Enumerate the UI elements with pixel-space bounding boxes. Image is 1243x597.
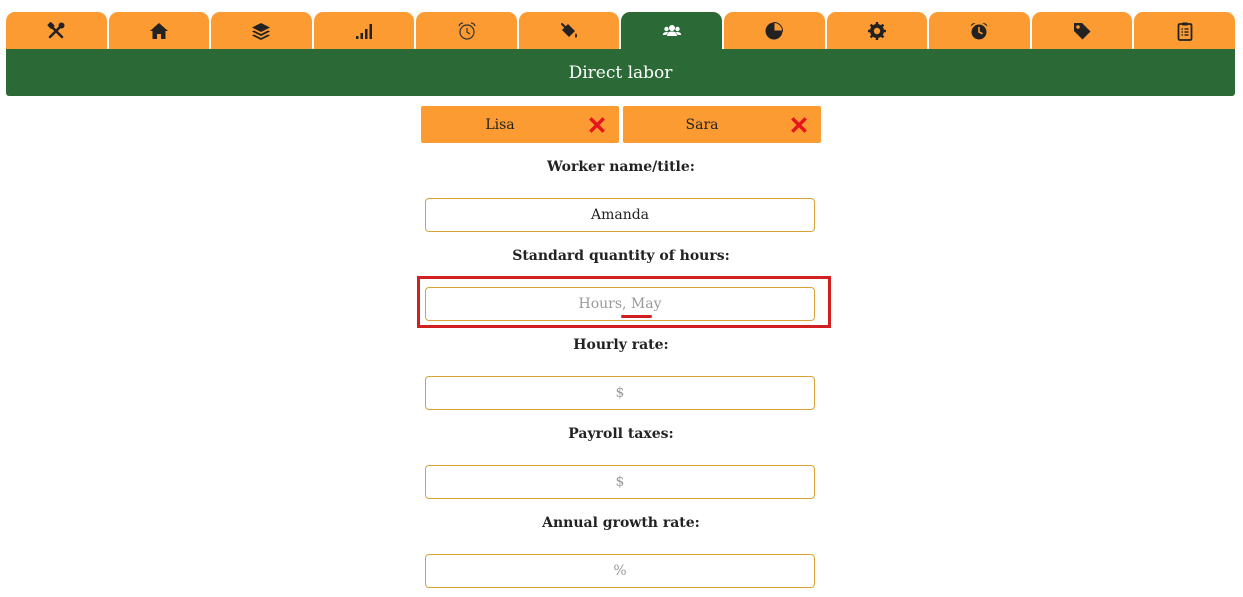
tab-pricing[interactable] [1031, 12, 1133, 49]
worker-name-label: Worker name/title: [547, 159, 695, 175]
worker-chip-sara[interactable]: Sara [623, 106, 821, 143]
hourly-rate-label: Hourly rate: [573, 337, 669, 353]
tab-home[interactable] [108, 12, 210, 49]
growth-rate-input[interactable] [425, 554, 815, 588]
section-header: Direct labor [6, 49, 1235, 96]
tab-overhead[interactable] [724, 12, 825, 49]
tab-materials[interactable] [518, 12, 620, 49]
tools-icon [47, 21, 65, 38]
pie-chart-icon [765, 21, 784, 39]
alarm-clock-outline-icon [458, 21, 476, 40]
tab-equipment[interactable] [826, 12, 928, 49]
layers-icon [252, 22, 271, 40]
tab-summary[interactable] [1134, 12, 1235, 49]
hours-input[interactable] [425, 287, 815, 321]
alarm-clock-icon [970, 22, 988, 39]
tab-bar [6, 12, 1235, 49]
tab-tools[interactable] [6, 12, 107, 49]
payroll-taxes-input[interactable] [425, 465, 815, 499]
hours-label: Standard quantity of hours: [512, 248, 730, 264]
tab-layers[interactable] [211, 12, 312, 49]
worker-list: Lisa Sara [421, 106, 821, 143]
worker-name: Lisa [485, 116, 515, 133]
clipboard-icon [1177, 22, 1193, 41]
paint-bucket-icon [561, 22, 578, 38]
tab-timing[interactable] [416, 12, 517, 49]
signal-bars-icon [356, 23, 373, 39]
tab-schedule[interactable] [929, 12, 1030, 49]
tab-direct-labor[interactable] [621, 12, 723, 49]
remove-icon[interactable] [791, 116, 807, 133]
home-icon [149, 22, 168, 39]
users-icon [662, 24, 681, 36]
worker-name: Sara [685, 116, 719, 133]
page-title: Direct labor [568, 62, 673, 83]
worker-chip-lisa[interactable]: Lisa [421, 106, 619, 143]
remove-icon[interactable] [589, 116, 605, 133]
gear-badge-icon [867, 21, 886, 40]
tag-icon [1074, 22, 1091, 39]
hourly-rate-input[interactable] [425, 376, 815, 410]
growth-rate-label: Annual growth rate: [542, 515, 700, 531]
tab-statistics[interactable] [313, 12, 415, 49]
payroll-taxes-label: Payroll taxes: [568, 426, 674, 442]
worker-name-input[interactable] [425, 198, 815, 232]
